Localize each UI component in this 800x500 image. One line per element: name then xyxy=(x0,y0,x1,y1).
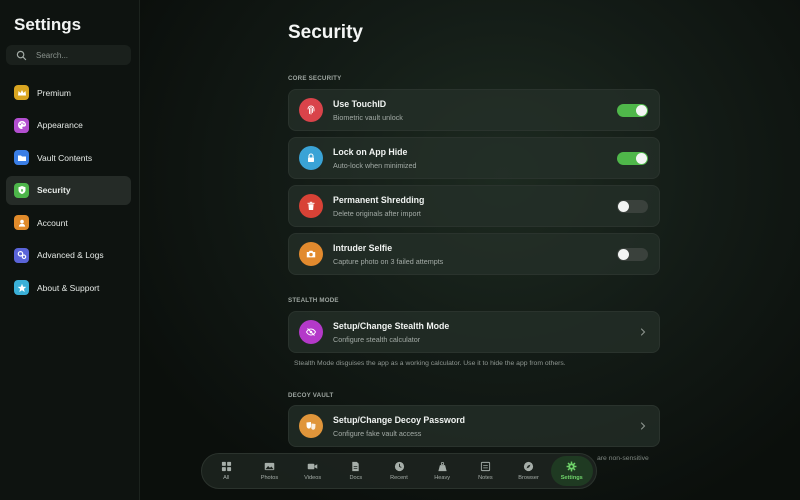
camera-icon xyxy=(299,242,323,266)
sidebar-item-label: Advanced & Logs xyxy=(37,250,104,260)
sidebar-title: Settings xyxy=(14,15,82,34)
row-permanent-shredding: Permanent Shredding Delete originals aft… xyxy=(288,185,660,227)
grid-icon xyxy=(221,461,231,472)
row-title: Lock on App Hide xyxy=(333,146,408,157)
row-lock-on-app-hide: Lock on App Hide Auto-lock when minimize… xyxy=(288,137,660,179)
sidebar-item-label: Appearance xyxy=(37,120,83,130)
row-title: Intruder Selfie xyxy=(333,242,393,253)
section-header-decoy-vault: DECOY VAULT xyxy=(288,392,334,399)
sidebar-item-account[interactable]: Account xyxy=(6,208,131,237)
trash-icon xyxy=(299,194,323,218)
tab-label: Videos xyxy=(304,475,322,481)
touchid-toggle[interactable] xyxy=(617,103,648,117)
video-icon xyxy=(307,463,318,470)
main-panel: Security CORE SECURITY Use TouchID Biome… xyxy=(140,0,800,500)
tab-label: All xyxy=(223,475,230,481)
row-subtitle: Configure fake vault access xyxy=(333,428,422,438)
clock-icon xyxy=(394,461,404,472)
row-subtitle: Biometric vault unlock xyxy=(333,112,403,122)
folder-icon xyxy=(14,150,29,165)
bottom-tab-bar: All Photos Videos Docs Recent Heavy Note… xyxy=(201,453,597,489)
row-decoy-password[interactable]: Setup/Change Decoy Password Configure fa… xyxy=(288,405,660,447)
sidebar-nav: Premium Appearance Vault Contents Securi… xyxy=(6,78,131,306)
gears-icon xyxy=(14,247,29,263)
tab-docs[interactable]: Docs xyxy=(335,456,378,486)
tab-photos[interactable]: Photos xyxy=(248,456,291,486)
tab-recent[interactable]: Recent xyxy=(378,456,421,486)
search-input[interactable] xyxy=(36,50,116,60)
row-subtitle: Delete originals after import xyxy=(333,208,421,218)
tab-heavy[interactable]: Heavy xyxy=(421,456,464,486)
sidebar-item-label: Premium xyxy=(37,87,72,98)
row-title: Setup/Change Stealth Mode xyxy=(333,320,450,331)
photo-icon xyxy=(264,462,275,471)
tab-browser[interactable]: Browser xyxy=(507,456,550,486)
tab-label: Recent xyxy=(390,475,408,481)
sidebar-item-label: About & Support xyxy=(37,282,100,293)
compass-icon xyxy=(523,461,534,472)
tab-videos[interactable]: Videos xyxy=(291,456,334,486)
tab-label: Docs xyxy=(349,475,363,481)
decoy-helper-text: are non-sensitive xyxy=(597,455,649,462)
row-subtitle: Configure stealth calculator xyxy=(333,334,421,344)
gear-icon xyxy=(566,461,577,472)
chevron-right-icon xyxy=(640,328,646,336)
tab-label: Settings xyxy=(560,475,583,481)
sidebar-item-security[interactable]: Security xyxy=(6,175,131,205)
tab-notes[interactable]: Notes xyxy=(464,456,507,486)
person-icon xyxy=(14,215,29,230)
sidebar-item-advanced-logs[interactable]: Advanced & Logs xyxy=(6,241,131,270)
lock-icon xyxy=(299,146,323,170)
sidebar-item-label: Account xyxy=(37,217,68,228)
sidebar: Settings Premium Appearance Vault Conten… xyxy=(0,0,140,500)
weight-icon xyxy=(438,461,447,472)
palette-icon xyxy=(14,117,29,133)
sidebar-item-appearance[interactable]: Appearance xyxy=(6,111,131,140)
lock-on-hide-toggle[interactable] xyxy=(617,151,648,165)
eye-slash-icon xyxy=(299,320,323,344)
masks-icon xyxy=(299,414,323,438)
stealth-helper-text: Stealth Mode disguises the app as a work… xyxy=(294,360,566,367)
row-title: Use TouchID xyxy=(333,98,387,109)
doc-icon xyxy=(352,461,360,472)
shredding-toggle[interactable] xyxy=(617,199,648,213)
search-box[interactable] xyxy=(6,45,131,65)
note-icon xyxy=(480,461,490,472)
shield-icon xyxy=(14,182,29,198)
sidebar-item-vault-contents[interactable]: Vault Contents xyxy=(6,143,131,172)
row-title: Permanent Shredding xyxy=(333,194,425,205)
row-title: Setup/Change Decoy Password xyxy=(333,414,465,425)
search-icon xyxy=(16,50,27,60)
sidebar-item-premium[interactable]: Premium xyxy=(6,78,131,107)
row-intruder-selfie: Intruder Selfie Capture photo on 3 faile… xyxy=(288,233,660,275)
crown-icon xyxy=(14,85,29,100)
section-header-core-security: CORE SECURITY xyxy=(288,75,342,82)
intruder-selfie-toggle[interactable] xyxy=(617,247,648,261)
sidebar-item-label: Security xyxy=(37,185,71,195)
tab-all[interactable]: All xyxy=(205,456,248,486)
row-subtitle: Capture photo on 3 failed attempts xyxy=(333,256,444,266)
tab-label: Photos xyxy=(260,475,279,481)
tab-label: Heavy xyxy=(434,475,451,481)
tab-settings[interactable]: Settings xyxy=(550,456,593,486)
tab-label: Notes xyxy=(478,475,493,481)
chevron-right-icon xyxy=(640,422,646,430)
sidebar-item-about-support[interactable]: About & Support xyxy=(6,273,131,302)
sidebar-item-label: Vault Contents xyxy=(37,152,93,163)
row-subtitle: Auto-lock when minimized xyxy=(333,160,417,170)
row-stealth-mode[interactable]: Setup/Change Stealth Mode Configure stea… xyxy=(288,311,660,353)
page-title: Security xyxy=(288,22,363,43)
star-icon xyxy=(14,280,29,295)
tab-label: Browser xyxy=(518,475,539,481)
section-header-stealth-mode: STEALTH MODE xyxy=(288,297,339,304)
row-use-touchid: Use TouchID Biometric vault unlock xyxy=(288,89,660,131)
fingerprint-icon xyxy=(299,98,323,122)
